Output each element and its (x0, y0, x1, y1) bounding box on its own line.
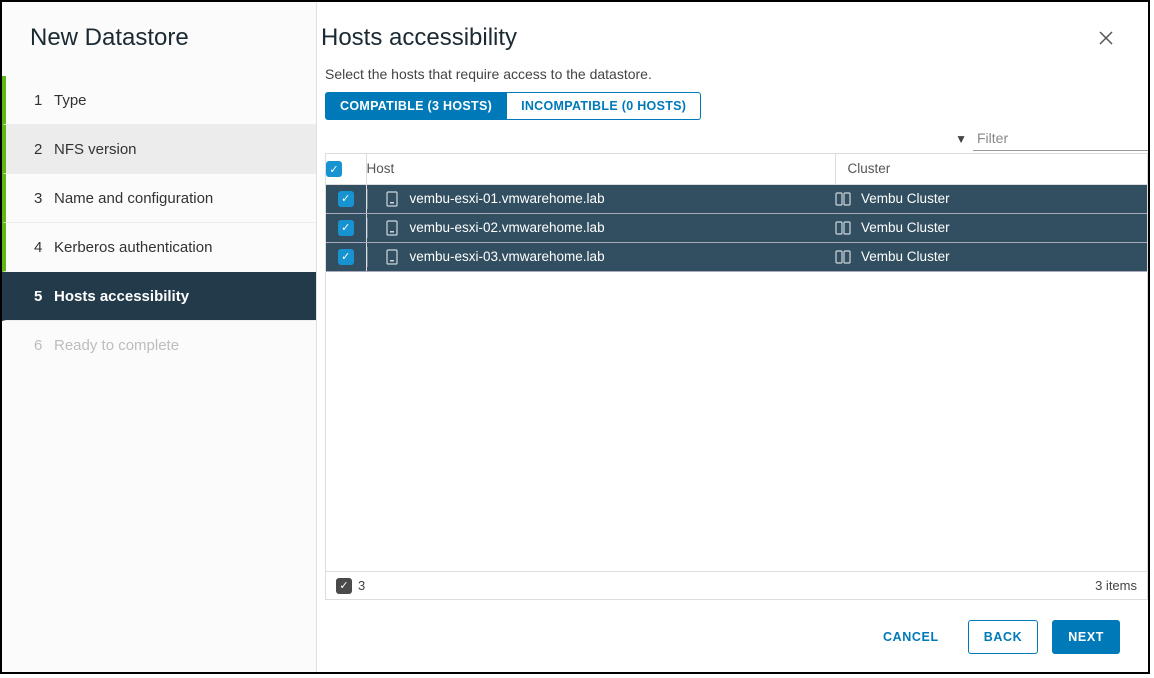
page-subtitle: Select the hosts that require access to … (321, 52, 1148, 92)
back-button[interactable]: BACK (968, 620, 1039, 654)
page-title: Hosts accessibility (317, 24, 517, 52)
wizard-footer: CANCEL BACK NEXT (317, 600, 1148, 672)
table-row[interactable]: ✓ vembu-esxi-03.vmwarehome.lab Vembu Clu… (326, 242, 1147, 271)
step-label: Hosts accessibility (54, 288, 189, 305)
filter-bar: ▼ (321, 120, 1148, 153)
tab-incompatible[interactable]: INCOMPATIBLE (0 HOSTS) (507, 92, 701, 120)
step-kerberos[interactable]: 4 Kerberos authentication (2, 223, 316, 272)
host-name: vembu-esxi-03.vmwarehome.lab (410, 249, 605, 264)
selected-indicator-icon: ✓ (336, 578, 352, 594)
step-label: NFS version (54, 141, 137, 158)
row-checkbox[interactable]: ✓ (338, 249, 354, 265)
step-label: Kerberos authentication (54, 239, 212, 256)
table-row[interactable]: ✓ vembu-esxi-02.vmwarehome.lab Vembu Clu… (326, 213, 1147, 242)
table-header-row: ✓ Host Cluster (326, 154, 1147, 184)
cluster-icon (835, 191, 851, 207)
wizard-sidebar: New Datastore 1 Type 2 NFS version 3 Nam… (2, 2, 317, 672)
host-icon (384, 191, 400, 207)
filter-icon[interactable]: ▼ (955, 132, 967, 146)
cluster-name: Vembu Cluster (861, 191, 950, 206)
step-label: Name and configuration (54, 190, 213, 207)
step-type[interactable]: 1 Type (2, 76, 316, 125)
select-all-header[interactable]: ✓ (326, 154, 366, 184)
host-icon (384, 249, 400, 265)
step-ready-complete: 6 Ready to complete (2, 321, 316, 370)
cluster-name: Vembu Cluster (861, 220, 950, 235)
new-datastore-dialog: New Datastore 1 Type 2 NFS version 3 Nam… (0, 0, 1150, 674)
column-cluster[interactable]: Cluster (835, 154, 1147, 184)
step-label: Type (54, 92, 87, 109)
total-items: 3 items (1095, 578, 1137, 593)
table-row[interactable]: ✓ vembu-esxi-01.vmwarehome.lab Vembu Clu… (326, 184, 1147, 213)
column-host[interactable]: Host (366, 154, 835, 184)
table-footer: ✓ 3 3 items (326, 571, 1147, 599)
step-hosts-accessibility[interactable]: 5 Hosts accessibility (2, 272, 316, 321)
row-checkbox[interactable]: ✓ (338, 191, 354, 207)
compatibility-tabs: COMPATIBLE (3 HOSTS) INCOMPATIBLE (0 HOS… (321, 92, 1148, 120)
tab-compatible[interactable]: COMPATIBLE (3 HOSTS) (325, 92, 507, 120)
step-nfs-version[interactable]: 2 NFS version (2, 125, 316, 174)
wizard-main: Hosts accessibility Select the hosts tha… (317, 2, 1148, 672)
hosts-table: ✓ Host Cluster ✓ vembu-esxi-01.vmwarehom… (325, 153, 1148, 600)
selected-count: 3 (358, 578, 365, 593)
host-name: vembu-esxi-02.vmwarehome.lab (410, 220, 605, 235)
cluster-name: Vembu Cluster (861, 249, 950, 264)
close-icon (1097, 29, 1115, 47)
cluster-icon (835, 220, 851, 236)
cluster-icon (835, 249, 851, 265)
wizard-title: New Datastore (2, 24, 316, 76)
filter-input[interactable] (973, 126, 1148, 151)
host-name: vembu-esxi-01.vmwarehome.lab (410, 191, 605, 206)
host-icon (384, 220, 400, 236)
row-checkbox[interactable]: ✓ (338, 220, 354, 236)
checkbox-icon: ✓ (326, 161, 342, 177)
cancel-button[interactable]: CANCEL (868, 621, 954, 653)
next-button[interactable]: NEXT (1052, 620, 1120, 654)
step-name-config[interactable]: 3 Name and configuration (2, 174, 316, 223)
step-label: Ready to complete (54, 337, 179, 354)
close-button[interactable] (1092, 24, 1120, 52)
wizard-steps: 1 Type 2 NFS version 3 Name and configur… (2, 76, 316, 370)
table-empty-area (326, 272, 1147, 572)
